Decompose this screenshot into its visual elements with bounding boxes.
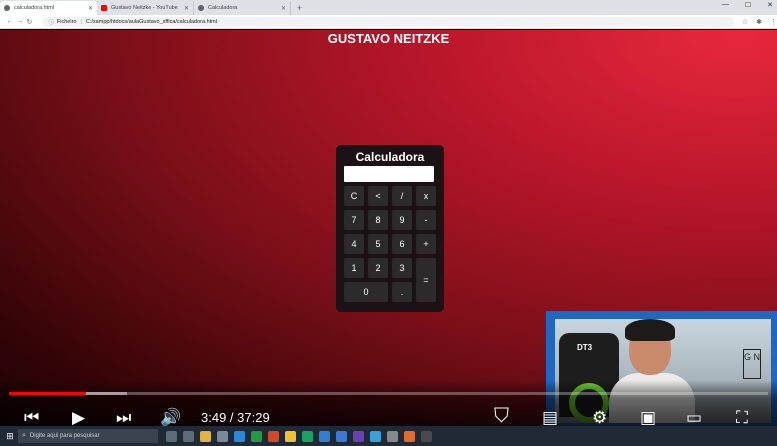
star-icon[interactable]: ☆: [742, 18, 748, 26]
window-controls: — ☐ ✕: [722, 1, 773, 9]
play-icon[interactable]: ▶: [72, 408, 85, 428]
close-tab-icon[interactable]: ✕: [281, 5, 286, 12]
maximize-icon[interactable]: ☐: [745, 1, 751, 9]
key-plus[interactable]: +: [416, 234, 436, 254]
windows-start-icon[interactable]: ⊞: [3, 429, 17, 443]
tab-title: calculadora.html: [14, 5, 55, 11]
close-tab-icon[interactable]: ✕: [184, 5, 189, 12]
person-hair: [625, 319, 675, 341]
forward-icon[interactable]: →: [15, 18, 25, 25]
store-icon[interactable]: [217, 430, 228, 442]
tab-title: Gustavo Neitzke - YouTube: [111, 5, 178, 11]
key-4[interactable]: 4: [344, 234, 364, 254]
reload-icon[interactable]: ↻: [25, 18, 35, 26]
taskbar-search-box[interactable]: ⌕ Digite aqui para pesquisar: [18, 429, 158, 443]
back-icon[interactable]: ←: [5, 18, 15, 25]
menu-icon[interactable]: ⋮: [770, 18, 777, 26]
key-backspace[interactable]: <: [368, 186, 388, 206]
key-6[interactable]: 6: [392, 234, 412, 254]
previous-icon[interactable]: ⏮: [24, 408, 39, 428]
new-tab-button[interactable]: +: [297, 1, 302, 15]
key-5[interactable]: 5: [368, 234, 388, 254]
app-icon[interactable]: [353, 430, 364, 442]
key-9[interactable]: 9: [392, 210, 412, 230]
volume-icon[interactable]: 🔊: [160, 408, 181, 428]
video-player-controls: ⏮ ▶ ⏭ 🔊 3:49 / 37:29 ⛉ ▤ ⚙ ▣ ▭ ⛶: [0, 380, 777, 428]
edge-icon[interactable]: [234, 430, 245, 442]
key-8[interactable]: 8: [368, 210, 388, 230]
key-2[interactable]: 2: [368, 258, 388, 278]
tab-youtube[interactable]: Gustavo Neitzke - YouTube ✕: [97, 1, 194, 15]
extensions-icon[interactable]: ✱: [756, 18, 762, 26]
file-icon: [4, 5, 10, 11]
settings-icon[interactable]: ⚙: [592, 408, 607, 428]
cortana-icon[interactable]: [166, 430, 177, 442]
word-icon[interactable]: [336, 430, 347, 442]
key-decimal[interactable]: .: [392, 282, 412, 302]
browser-toolbar: ← → ↻ ⓘ Ficheiro | C:/xampp/htdocs/aulaG…: [0, 15, 777, 29]
fullscreen-icon[interactable]: ⛶: [736, 408, 748, 428]
search-icon: ⌕: [22, 432, 26, 439]
gn-logo: G N: [743, 349, 761, 379]
app-icon[interactable]: [404, 430, 415, 442]
url-text: C:/xampp/htdocs/aulaGustavo_sffica/calcu…: [85, 18, 217, 25]
app-icon[interactable]: [302, 430, 313, 442]
key-minus[interactable]: -: [416, 210, 436, 230]
scheme-label: Ficheiro: [56, 18, 77, 25]
tab-calculadora-html[interactable]: calculadora.html ✕: [0, 1, 97, 15]
page-title: GUSTAVO NEITZKE: [327, 31, 450, 46]
key-1[interactable]: 1: [344, 258, 364, 278]
key-3[interactable]: 3: [392, 258, 412, 278]
key-equals[interactable]: =: [416, 258, 436, 302]
key-0[interactable]: 0: [344, 282, 388, 302]
youtube-icon: [101, 5, 107, 11]
close-tab-icon[interactable]: ✕: [88, 5, 93, 12]
app-icon[interactable]: [421, 430, 432, 442]
chrome-icon[interactable]: [285, 430, 296, 442]
theater-mode-icon[interactable]: ▭: [686, 408, 702, 428]
calculator-display[interactable]: [344, 166, 434, 182]
key-divide[interactable]: /: [392, 186, 412, 206]
subtitles-icon[interactable]: ▤: [542, 408, 558, 428]
minimize-icon[interactable]: —: [722, 1, 729, 9]
close-window-icon[interactable]: ✕: [767, 1, 773, 9]
played-bar: [9, 392, 87, 395]
miniplayer-icon[interactable]: ▣: [640, 408, 656, 428]
channel-shield-icon[interactable]: ⛉: [494, 406, 509, 426]
powerpoint-icon[interactable]: [268, 430, 279, 442]
key-7[interactable]: 7: [344, 210, 364, 230]
key-clear[interactable]: C: [344, 186, 364, 206]
address-bar[interactable]: ⓘ Ficheiro | C:/xampp/htdocs/aulaGustavo…: [42, 16, 734, 27]
chair-brand-text: DT3: [577, 343, 593, 352]
calculator-keypad: C < / x 7 8 9 - 4 5 6 + 1 2 3 = 0 .: [343, 186, 437, 306]
time-display: 3:49 / 37:29: [201, 410, 270, 425]
progress-bar[interactable]: [9, 392, 768, 395]
excel-icon[interactable]: [251, 430, 262, 442]
taskbar-apps: [166, 430, 432, 442]
globe-icon: [198, 5, 204, 11]
separator: |: [80, 18, 82, 25]
key-multiply[interactable]: x: [416, 186, 436, 206]
task-view-icon[interactable]: [183, 430, 194, 442]
vscode-icon[interactable]: [319, 430, 330, 442]
windows-taskbar: ⊞ ⌕ Digite aqui para pesquisar: [0, 426, 777, 446]
tab-calculadora[interactable]: Calculadora ✕: [194, 1, 291, 15]
tab-title: Calculadora: [208, 5, 238, 11]
search-placeholder: Digite aqui para pesquisar: [29, 433, 100, 439]
calculator: Calculadora C < / x 7 8 9 - 4 5 6 + 1 2 …: [336, 145, 444, 312]
file-explorer-icon[interactable]: [200, 430, 211, 442]
app-icon[interactable]: [370, 430, 381, 442]
calculator-title: Calculadora: [355, 150, 425, 164]
info-icon[interactable]: ⓘ: [48, 18, 54, 26]
browser-tab-bar: calculadora.html ✕ Gustavo Neitzke - You…: [0, 0, 777, 15]
app-icon[interactable]: [387, 430, 398, 442]
next-icon[interactable]: ⏭: [116, 408, 131, 428]
